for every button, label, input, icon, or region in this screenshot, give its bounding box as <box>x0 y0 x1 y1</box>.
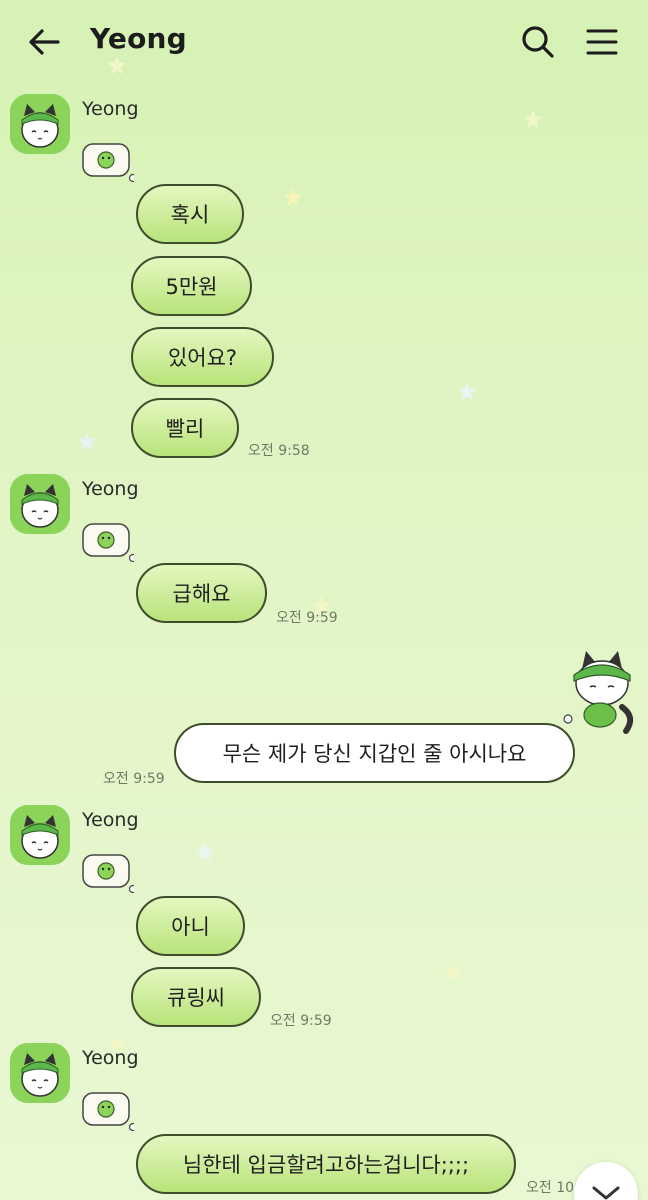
star-icon <box>196 842 214 860</box>
avatar[interactable] <box>10 474 70 534</box>
pillow-frog-icon <box>82 854 134 893</box>
sender-name: Yeong <box>82 478 139 500</box>
back-button[interactable] <box>22 20 66 64</box>
cat-avatar-icon <box>10 1043 70 1103</box>
star-icon <box>108 56 126 74</box>
pillow-frog-icon <box>82 1092 134 1131</box>
message-bubble[interactable]: 혹시 <box>136 184 244 244</box>
message-bubble[interactable]: 있어요? <box>131 327 274 387</box>
message-time: 오전 10: <box>526 1180 579 1196</box>
sender-name: Yeong <box>82 809 139 831</box>
message-time: 오전 9:59 <box>276 610 338 626</box>
pillow-frog-icon <box>82 523 134 562</box>
star-icon <box>284 188 302 206</box>
message-time: 오전 9:59 <box>103 771 165 787</box>
message-bubble[interactable]: 아니 <box>136 896 245 956</box>
menu-button[interactable] <box>580 20 624 64</box>
message-bubble[interactable]: 급해요 <box>136 563 267 623</box>
hamburger-menu-icon <box>586 29 618 55</box>
star-icon <box>444 962 462 980</box>
cat-avatar-icon <box>10 474 70 534</box>
cat-avatar-icon <box>10 805 70 865</box>
cat-sticker-icon <box>563 651 634 734</box>
star-icon <box>458 382 476 400</box>
avatar[interactable] <box>10 1043 70 1103</box>
message-bubble[interactable]: 5만원 <box>131 256 252 316</box>
arrow-left-icon <box>29 29 60 55</box>
my-message-bubble[interactable]: 무슨 제가 당신 지갑인 줄 아시나요 <box>174 723 575 783</box>
avatar[interactable] <box>10 805 70 865</box>
avatar[interactable] <box>10 94 70 154</box>
sender-name: Yeong <box>82 98 139 120</box>
message-time: 오전 9:59 <box>270 1013 332 1029</box>
scroll-to-bottom-button[interactable] <box>574 1162 638 1200</box>
chat-title: Yeong <box>90 22 187 55</box>
sender-name: Yeong <box>82 1047 139 1069</box>
cat-avatar-icon <box>10 94 70 154</box>
message-bubble[interactable]: 큐링씨 <box>131 967 261 1027</box>
chat-header: Yeong <box>0 0 648 84</box>
message-bubble[interactable]: 님한테 입금할려고하는겁니다;;;; <box>136 1134 516 1194</box>
pillow-frog-icon <box>82 143 134 182</box>
message-bubble[interactable]: 빨리 <box>131 398 239 458</box>
star-icon <box>524 110 542 128</box>
message-time: 오전 9:58 <box>248 443 310 459</box>
chevron-down-icon <box>592 1186 620 1200</box>
search-button[interactable] <box>516 20 560 64</box>
star-icon <box>78 432 96 450</box>
search-icon <box>522 26 554 58</box>
